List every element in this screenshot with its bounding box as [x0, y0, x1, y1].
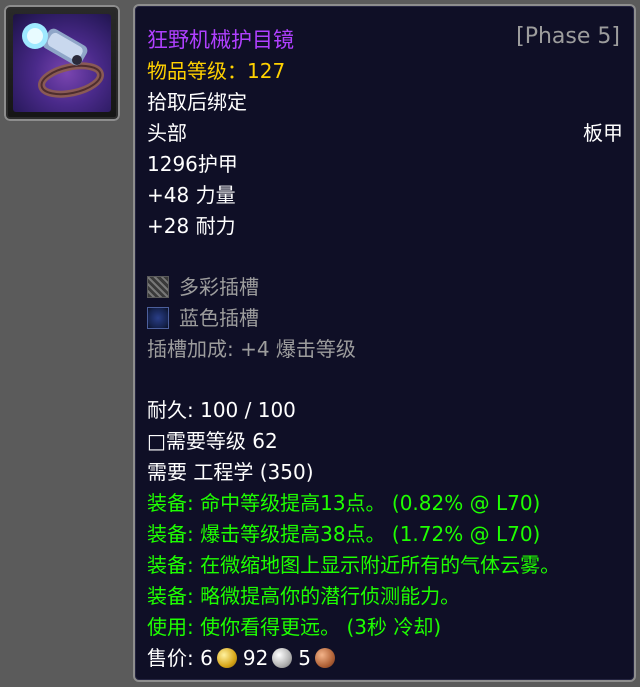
- effect-stealth-detection: 装备: 略微提高你的潜行侦测能力。: [147, 584, 461, 608]
- sell-price-label: 售价:: [147, 646, 194, 670]
- sell-silver: 92: [242, 646, 269, 670]
- socket-bonus: 插槽加成: +4 爆击等级: [147, 337, 356, 361]
- stat-stamina: +28 耐力: [147, 214, 236, 238]
- armor-type: 板甲: [583, 121, 623, 145]
- socket-blue-row: 蓝色插槽: [147, 303, 259, 333]
- goggles-icon: [13, 14, 111, 112]
- required-skill: 需要 工程学 (350): [147, 460, 314, 484]
- item-name: 狂野机械护目镜: [147, 28, 294, 52]
- item-level-label: 物品等级：: [147, 59, 247, 83]
- armor-value: 1296护甲: [147, 152, 238, 176]
- item-tooltip: 狂野机械护目镜 [Phase 5] 物品等级：127 拾取后绑定 头部 板甲 1…: [133, 4, 636, 682]
- phase-label: [Phase 5]: [516, 24, 620, 49]
- socket-prismatic-row: 多彩插槽: [147, 272, 259, 302]
- gold-coin-icon: [216, 648, 237, 668]
- blue-socket-icon: [147, 307, 169, 329]
- item-level: 物品等级：127: [147, 56, 285, 86]
- slot-row: 头部 板甲: [147, 118, 623, 148]
- sell-price: 售价: 6 92 5: [147, 643, 341, 673]
- copper-coin-icon: [315, 648, 336, 668]
- socket-prismatic-label: 多彩插槽: [179, 275, 259, 299]
- stat-strength: +48 力量: [147, 183, 236, 207]
- silver-coin-icon: [272, 648, 293, 668]
- effect-gas-clouds: 装备: 在微缩地图上显示附近所有的气体云雾。: [147, 553, 561, 577]
- effect-hit-rating: 装备: 命中等级提高13点。 (0.82% @ L70): [147, 491, 541, 515]
- prismatic-socket-icon: [147, 276, 169, 298]
- sell-copper: 5: [298, 646, 312, 670]
- effect-use-see-further: 使用: 使你看得更远。 (3秒 冷却): [147, 615, 442, 639]
- effect-crit-rating: 装备: 爆击等级提高38点。 (1.72% @ L70): [147, 522, 541, 546]
- item-level-value: 127: [247, 59, 286, 83]
- slot-label: 头部: [147, 121, 187, 145]
- socket-blue-label: 蓝色插槽: [179, 306, 259, 330]
- bind-type: 拾取后绑定: [147, 90, 247, 114]
- required-level: □需要等级 62: [147, 429, 278, 453]
- sell-gold: 6: [200, 646, 213, 670]
- item-icon-frame[interactable]: [4, 5, 120, 121]
- durability: 耐久: 100 / 100: [147, 398, 296, 422]
